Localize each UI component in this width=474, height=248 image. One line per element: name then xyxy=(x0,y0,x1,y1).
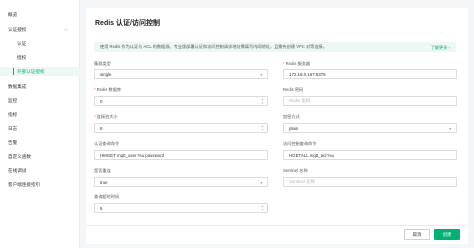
sidebar-item-authentication[interactable]: 认证 xyxy=(0,39,80,48)
sidebar-item-custom-functions[interactable]: 自定义函数 xyxy=(0,152,80,161)
stepper-arrows-icon[interactable]: ▲ ▼ xyxy=(260,125,265,132)
stepper-arrows-icon[interactable]: ▲ ▼ xyxy=(260,205,265,212)
acl-cmd-label: 访问控制查询命令 xyxy=(283,141,317,146)
arrow-right-icon: › xyxy=(448,44,450,50)
acl-cmd-input[interactable]: HGETALL mqtt_acl:%u xyxy=(283,150,457,160)
sidebar-item-label: 授权 xyxy=(17,54,27,60)
chevron-down-icon: ▼ xyxy=(259,72,263,77)
query-timeout-input[interactable]: 5 ▲ ▼ xyxy=(94,203,268,213)
main-content: Redis 认证/访问控制 使用 Redis 作为认证与 ACL 的数据源。专业… xyxy=(80,0,474,248)
form-panel: Redis 认证/访问控制 使用 Redis 作为认证与 ACL 的数据源。专业… xyxy=(86,8,468,244)
sidebar-item-label: 监控 xyxy=(8,97,18,103)
database-label: *Redis 数据库 xyxy=(94,87,122,92)
stepper-arrows-icon[interactable]: ▲ ▼ xyxy=(260,98,265,105)
info-banner-text: 使用 Redis 作为认证与 ACL 的数据源。专业版部署认证和访问控制请求地址… xyxy=(100,44,327,49)
chevron-down-icon: ▼ xyxy=(259,180,263,185)
database-input[interactable]: 0 ▲ ▼ xyxy=(94,96,268,106)
sidebar-item-label: 概览 xyxy=(8,11,18,17)
auth-cmd-label: 认证查询命令 xyxy=(94,141,120,146)
sidebar-item-label: 告警 xyxy=(8,139,18,145)
sidebar-item-label: 自定义函数 xyxy=(8,153,31,159)
sidebar-item-label: 认证授权 xyxy=(8,26,27,32)
sidebar-item-overview[interactable]: 概览 xyxy=(0,10,80,19)
chevron-down-icon: ▼ xyxy=(448,126,452,131)
sidebar-item-alerts[interactable]: 告警 xyxy=(0,138,80,147)
sidebar-item-label: 客户端连接指引 xyxy=(8,181,41,187)
auth-cmd-input[interactable]: HMGET mqtt_user:%u password xyxy=(94,150,268,160)
deploy-mode-select[interactable]: single ▼ xyxy=(94,69,268,79)
password-label: Redis 密码 xyxy=(283,87,304,92)
sentinel-input[interactable]: Sentinel 名称 xyxy=(283,177,457,187)
sidebar-item-label: 认证 xyxy=(17,40,27,46)
sidebar-item-label: 外部认证授权 xyxy=(17,68,45,74)
auto-reconnect-select[interactable]: true ▼ xyxy=(94,177,268,187)
sidebar-item-label: 日志 xyxy=(8,125,18,131)
info-banner: 使用 Redis 作为认证与 ACL 的数据源。专业版部署认证和访问控制请求地址… xyxy=(94,42,456,52)
sidebar-item-monitoring[interactable]: 监控 xyxy=(0,96,80,105)
password-hash-label: 加密方式 xyxy=(283,114,300,119)
password-hash-select[interactable]: plain ▼ xyxy=(283,123,457,133)
sidebar-item-label: 在线调试 xyxy=(8,167,27,173)
deploy-mode-label: 集群类型 xyxy=(94,61,111,66)
chevron-up-icon: ︿ xyxy=(64,26,68,31)
sidebar-item-authorization[interactable]: 授权 xyxy=(0,53,80,62)
sidebar-item-external-auth[interactable]: 外部认证授权 xyxy=(0,67,80,76)
auto-reconnect-label: 是否重连 xyxy=(94,168,111,173)
pool-size-input[interactable]: 8 ▲ ▼ xyxy=(94,123,268,133)
query-timeout-label: 查询超时时间 xyxy=(94,194,120,199)
sidebar-item-auth-group[interactable]: 认证授权 ︿ xyxy=(0,25,80,34)
page-title: Redis 认证/访问控制 xyxy=(95,20,160,27)
password-field[interactable]: Redis 密码 xyxy=(283,96,457,106)
footer-divider xyxy=(86,225,468,226)
sidebar-item-online-debug[interactable]: 在线调试 xyxy=(0,166,80,175)
sidebar-item-logs[interactable]: 日志 xyxy=(0,124,80,133)
sidebar-item-client-guide[interactable]: 客户端连接指引 xyxy=(0,180,80,189)
server-label: *Redis 服务器 xyxy=(283,61,311,66)
sentinel-label: Sentinel 名称 xyxy=(283,168,308,173)
sidebar-item-metrics[interactable]: 指标 xyxy=(0,110,80,119)
create-button[interactable]: 创建 xyxy=(434,229,460,240)
sidebar-item-data-integration[interactable]: 数据集成 xyxy=(0,82,80,91)
learn-more-link[interactable]: 了解更多 › xyxy=(431,45,450,51)
sidebar-item-label: 指标 xyxy=(8,111,18,117)
cancel-button[interactable]: 取消 xyxy=(404,229,430,240)
pool-size-label: *连接池大小 xyxy=(94,114,118,119)
sidebar-nav: 概览 认证授权 ︿ 认证 授权 外部认证授权 数据集成 监控 指标 日志 告警 自… xyxy=(0,0,80,248)
sidebar-item-label: 数据集成 xyxy=(8,83,27,89)
server-input[interactable]: 172.18.0.167:6379 xyxy=(283,69,457,79)
